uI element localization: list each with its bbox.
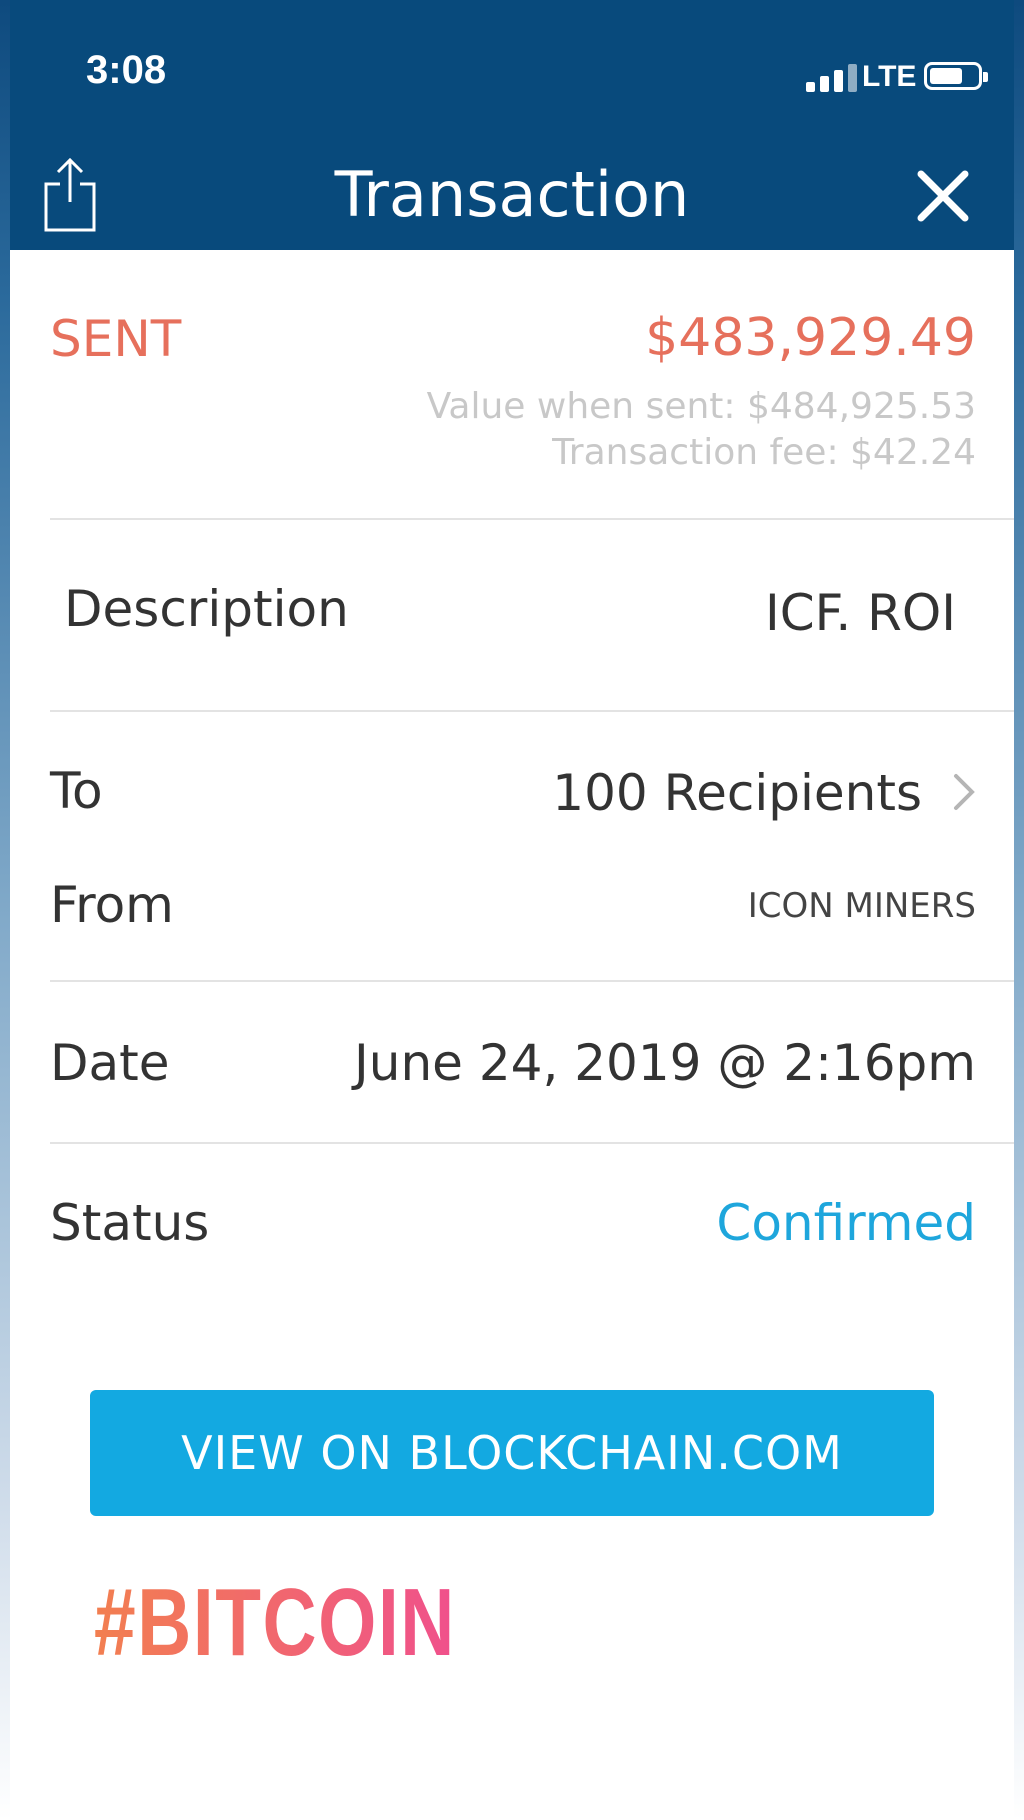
page-title: Transaction bbox=[334, 158, 690, 231]
value-when-sent: Value when sent: $484,925.53 bbox=[426, 386, 976, 427]
network-label: LTE bbox=[862, 60, 917, 93]
description-value: ICF. ROI bbox=[764, 584, 956, 642]
app-frame: 3:08 LTE Transaction SENT $483,929.49 Va… bbox=[0, 0, 1024, 1820]
status-label: Status bbox=[50, 1194, 210, 1252]
transaction-card: SENT $483,929.49 Value when sent: $484,9… bbox=[10, 250, 1014, 1820]
direction-label: SENT bbox=[50, 310, 182, 368]
chevron-right-icon[interactable] bbox=[950, 772, 978, 812]
divider bbox=[50, 980, 1014, 982]
close-icon[interactable] bbox=[915, 168, 971, 224]
divider bbox=[50, 710, 1014, 712]
signal-icon bbox=[806, 62, 866, 92]
to-value[interactable]: 100 Recipients bbox=[552, 764, 922, 822]
to-label: To bbox=[50, 762, 103, 820]
date-value: June 24, 2019 @ 2:16pm bbox=[354, 1034, 976, 1092]
status-time: 3:08 bbox=[86, 48, 167, 92]
status-value: Confirmed bbox=[716, 1194, 976, 1252]
battery-icon bbox=[924, 62, 988, 90]
status-bar: 3:08 LTE bbox=[10, 0, 1014, 140]
divider bbox=[50, 518, 1014, 520]
view-on-blockchain-button[interactable]: VIEW ON BLOCKCHAIN.COM bbox=[90, 1390, 934, 1516]
divider bbox=[50, 1142, 1014, 1144]
transaction-fee: Transaction fee: $42.24 bbox=[552, 432, 976, 473]
from-label: From bbox=[50, 876, 174, 934]
description-label: Description bbox=[64, 580, 349, 638]
amount-value: $483,929.49 bbox=[645, 308, 976, 368]
nav-bar: Transaction bbox=[10, 140, 1014, 250]
hashtag-sticker: #BITCOIN bbox=[94, 1569, 456, 1676]
date-label: Date bbox=[50, 1034, 170, 1092]
from-value: ICON MINERS bbox=[747, 886, 976, 926]
